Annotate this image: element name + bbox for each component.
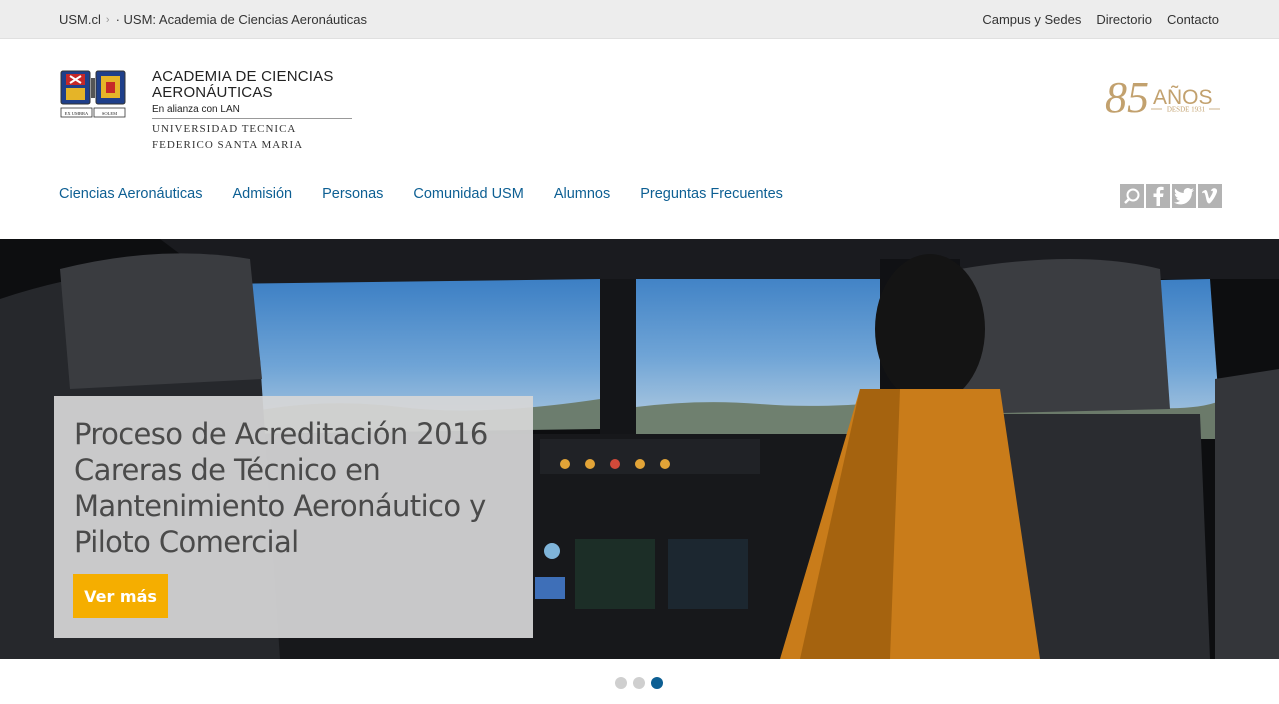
nav-alumnos[interactable]: Alumnos — [554, 186, 610, 202]
utility-bar: USM.cl › · USM: Academia de Ciencias Aer… — [0, 0, 1279, 39]
breadcrumb-usm[interactable]: USM.cl — [59, 12, 101, 27]
nav-comunidad-usm[interactable]: Comunidad USM — [413, 186, 523, 202]
breadcrumb-separator: › — [105, 13, 110, 26]
nav-preguntas-frecuentes[interactable]: Preguntas Frecuentes — [640, 186, 783, 202]
site-title-line-1: ACADEMIA DE CIENCIAS — [152, 68, 334, 85]
breadcrumb: USM.cl › · USM: Academia de Ciencias Aer… — [59, 12, 367, 27]
carousel-dot-1[interactable] — [615, 677, 627, 689]
facebook-icon[interactable] — [1146, 184, 1170, 208]
vimeo-icon[interactable] — [1198, 184, 1222, 208]
contacto-link[interactable]: Contacto — [1167, 12, 1219, 27]
carousel-dots — [615, 677, 663, 689]
search-icon[interactable] — [1120, 184, 1144, 208]
hero-carousel[interactable]: Proceso de Acreditación 2016 Careras de … — [0, 239, 1279, 659]
nav-admision[interactable]: Admisión — [232, 186, 292, 202]
motto-right: SOLEM — [102, 111, 117, 116]
nav-personas[interactable]: Personas — [322, 186, 383, 202]
anniversary-number: 85 — [1105, 73, 1149, 122]
university-name-line-1: UNIVERSIDAD TECNICA — [152, 123, 297, 135]
hero-headline[interactable]: Proceso de Acreditación 2016 Careras de … — [74, 416, 514, 560]
twitter-icon[interactable] — [1172, 184, 1196, 208]
carousel-dot-3[interactable] — [651, 677, 663, 689]
ver-mas-button[interactable]: Ver más — [73, 574, 168, 618]
site-title-block[interactable]: ACADEMIA DE CIENCIAS AERONÁUTICAS En ali… — [152, 69, 352, 151]
social-icons — [1120, 184, 1222, 208]
site-subtitle: En alianza con LAN — [152, 104, 240, 115]
breadcrumb-current[interactable]: · USM: Academia de Ciencias Aeronáuticas — [116, 12, 367, 27]
title-divider — [152, 118, 352, 119]
directorio-link[interactable]: Directorio — [1096, 12, 1152, 27]
usm-shield-logo[interactable]: EX UMBRA SOLEM — [60, 70, 128, 122]
anniversary-since: DESDE 1931 — [1167, 106, 1206, 114]
nav-ciencias-aeronauticas[interactable]: Ciencias Aeronáuticas — [59, 186, 202, 202]
carousel-dot-2[interactable] — [633, 677, 645, 689]
university-name-line-2: FEDERICO SANTA MARIA — [152, 139, 304, 151]
utility-links: Campus y Sedes Directorio Contacto — [982, 12, 1219, 27]
site-title-line-2: AERONÁUTICAS — [152, 84, 273, 101]
motto-left: EX UMBRA — [65, 111, 89, 116]
campus-link[interactable]: Campus y Sedes — [982, 12, 1081, 27]
hero-caption: Proceso de Acreditación 2016 Careras de … — [54, 396, 533, 638]
main-nav: Ciencias Aeronáuticas Admisión Personas … — [59, 186, 783, 202]
85-anos-badge: 85 AÑOS DESDE 1931 — [1105, 73, 1220, 122]
